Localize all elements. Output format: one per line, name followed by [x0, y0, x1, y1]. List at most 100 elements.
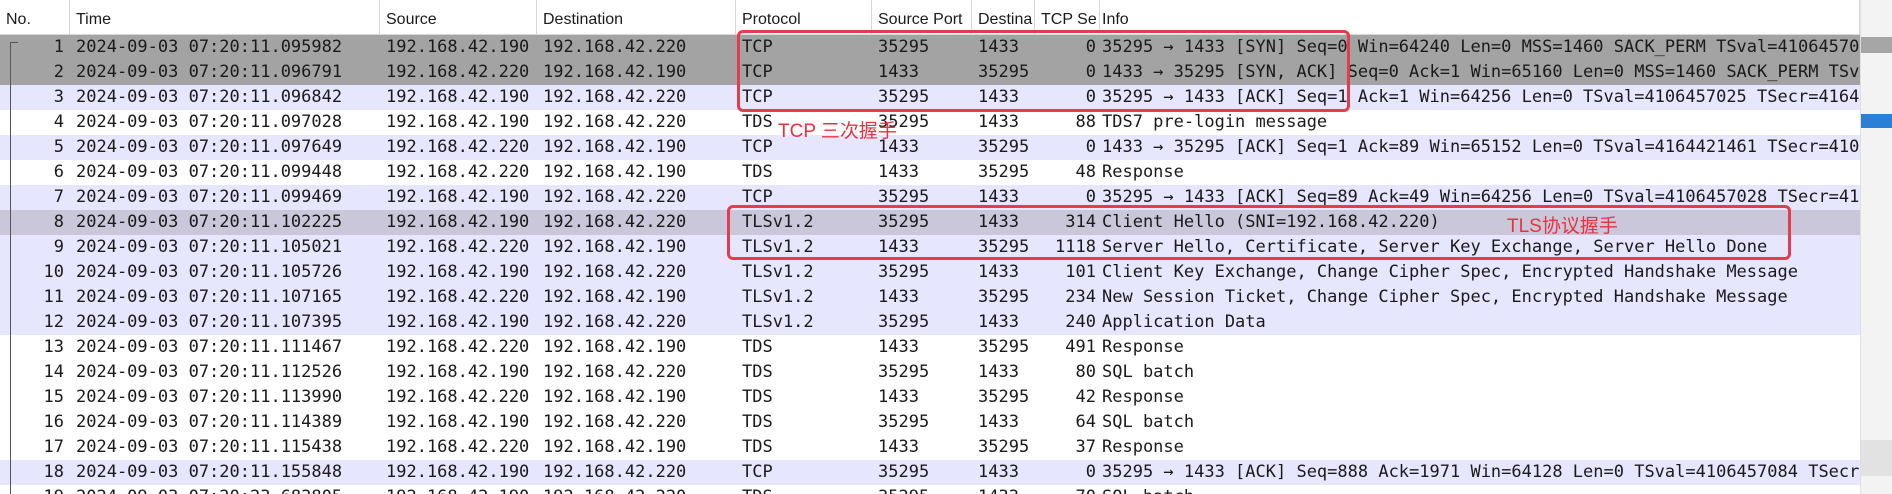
cell-time: 2024-09-03 07:20:11.107395 [76, 312, 343, 332]
cell-tseq: 42 [1075, 387, 1096, 407]
cell-protocol: TDS [742, 162, 773, 182]
cell-source: 192.168.42.220 [386, 237, 530, 257]
column-header-sport[interactable]: Source Port [872, 0, 972, 34]
cell-destination: 192.168.42.190 [543, 137, 687, 157]
packet-row[interactable]: 5 2024-09-03 07:20:11.097649 192.168.42.22… [0, 135, 1860, 160]
packet-row[interactable]: 4 2024-09-03 07:20:11.097028 192.168.42.19… [0, 110, 1860, 135]
cell-dport: 1433 [972, 485, 1035, 494]
tls-handshake-label: TLS协议握手 [1507, 216, 1618, 237]
packet-row[interactable]: 18 2024-09-03 07:20:11.155848 192.168.42.1… [0, 460, 1860, 485]
cell-time: 2024-09-03 07:20:11.097649 [76, 137, 343, 157]
cell-dport: 1433 [978, 262, 1019, 282]
cell-tseq: 234 [1065, 287, 1096, 307]
packet-row[interactable]: 11 2024-09-03 07:20:11.107165 192.168.42.2… [0, 285, 1860, 310]
column-header-info[interactable]: Info [1096, 0, 1860, 34]
cell-dport: 35295 [978, 437, 1030, 457]
packet-row[interactable]: 16 2024-09-03 07:20:11.114389 192.168.42.1… [0, 410, 1860, 435]
vertical-scrollbar[interactable] [1860, 0, 1892, 494]
packet-row[interactable]: 10 2024-09-03 07:20:11.105726 192.168.42.1… [0, 260, 1860, 285]
cell-info: SQL batch [1102, 362, 1195, 382]
cell-info: 1433 → 35295 [ACK] Seq=1 Ack=89 Win=6515… [1102, 137, 1860, 157]
packet-row[interactable]: 17 2024-09-03 07:20:11.115438 192.168.42.2… [0, 435, 1860, 460]
cell-sport: 1433 [878, 437, 919, 457]
cell-source: 192.168.42.220 [386, 162, 530, 182]
cell-protocol: TLSv1.2 [742, 312, 814, 332]
cell-destination: 192.168.42.190 [543, 287, 687, 307]
packet-row[interactable]: 13 2024-09-03 07:20:11.111467 192.168.42.2… [0, 335, 1860, 360]
cell-protocol: TLSv1.2 [742, 262, 814, 282]
cell-destination: 192.168.42.220 [543, 462, 687, 482]
column-header-dport[interactable]: Destina [972, 0, 1035, 34]
cell-protocol: TDS [742, 362, 773, 382]
column-header-source[interactable]: Source [380, 0, 537, 34]
cell-protocol: TLSv1.2 [742, 287, 814, 307]
column-header-time[interactable]: Time [70, 0, 380, 34]
cell-time: 2024-09-03 07:20:11.102225 [76, 212, 343, 232]
cell-source: 192.168.42.190 [386, 87, 530, 107]
packet-row[interactable]: 14 2024-09-03 07:20:11.112526 192.168.42.1… [0, 360, 1860, 385]
cell-source: 192.168.42.220 [386, 287, 530, 307]
cell-time: 2024-09-03 07:20:11.105726 [76, 262, 343, 282]
cell-info: SQL batch [1096, 485, 1860, 494]
cell-dport: 1433 [978, 312, 1019, 332]
cell-tseq: 37 [1075, 437, 1096, 457]
tls-handshake-highlight-box [727, 205, 1791, 260]
column-header-destination[interactable]: Destination [537, 0, 736, 34]
cell-destination: 192.168.42.220 [543, 212, 687, 232]
cell-time: 2024-09-03 07:20:11.111467 [76, 337, 343, 357]
cell-source: 192.168.42.220 [386, 337, 530, 357]
cell-time: 2024-09-03 07:20:11.115438 [76, 437, 343, 457]
cell-info: Response [1102, 437, 1184, 457]
cell-protocol: TDS [736, 485, 872, 494]
cell-source: 192.168.42.190 [386, 312, 530, 332]
packet-row[interactable]: 15 2024-09-03 07:20:11.113990 192.168.42.2… [0, 385, 1860, 410]
cell-protocol: TDS [742, 337, 773, 357]
cell-dport: 1433 [978, 412, 1019, 432]
column-header-tseq[interactable]: TCP Se [1035, 0, 1100, 34]
cell-protocol: TDS [742, 412, 773, 432]
cell-source: 192.168.42.190 [386, 187, 530, 207]
cell-info: New Session Ticket, Change Cipher Spec, … [1102, 287, 1788, 307]
cell-destination: 192.168.42.220 [543, 112, 687, 132]
cell-destination: 192.168.42.190 [543, 162, 687, 182]
cell-dport: 35295 [978, 337, 1030, 357]
scrollbar-minimap-view [1861, 440, 1892, 476]
cell-destination: 192.168.42.220 [543, 37, 687, 57]
cell-dport: 1433 [978, 112, 1019, 132]
cell-sport: 35295 [878, 262, 930, 282]
cell-time: 2024-09-03 07:20:11.113990 [76, 387, 343, 407]
cell-destination: 192.168.42.220 [543, 87, 687, 107]
cell-dport: 35295 [978, 287, 1030, 307]
cell-tseq: 491 [1065, 337, 1096, 357]
cell-source: 192.168.42.220 [386, 437, 530, 457]
cell-source: 192.168.42.220 [386, 387, 530, 407]
packet-row[interactable]: 12 2024-09-03 07:20:11.107395 192.168.42.1… [0, 310, 1860, 335]
packet-row[interactable]: 6 2024-09-03 07:20:11.099448 192.168.42.22… [0, 160, 1860, 185]
cell-time: 2024-09-03 07:20:11.105021 [76, 237, 343, 257]
cell-dport: 35295 [978, 162, 1030, 182]
cell-source: 192.168.42.190 [386, 37, 530, 57]
cell-info: Application Data [1102, 312, 1266, 332]
cell-time: 2024-09-03 07:20:11.099469 [76, 187, 343, 207]
cell-destination: 192.168.42.190 [543, 387, 687, 407]
cell-destination: 192.168.42.220 [537, 485, 736, 494]
column-header-protocol[interactable]: Protocol [736, 0, 872, 34]
scrollbar-minimap-selected [1861, 37, 1892, 53]
cell-source: 192.168.42.190 [386, 262, 530, 282]
cell-time: 2024-09-03 07:20:11.107165 [76, 287, 343, 307]
packet-row[interactable]: 192024-09-03 07:20:23.683805192.168.42.1… [0, 485, 1860, 494]
cell-destination: 192.168.42.220 [543, 262, 687, 282]
cell-destination: 192.168.42.190 [543, 437, 687, 457]
conversation-bracket [10, 42, 19, 494]
column-header-no[interactable]: No. [0, 0, 70, 34]
cell-dport: 1433 [978, 362, 1019, 382]
scrollbar-thumb[interactable] [1864, 0, 1890, 494]
cell-sport: 1433 [878, 387, 919, 407]
cell-protocol: TDS [742, 437, 773, 457]
cell-destination: 192.168.42.190 [543, 62, 687, 82]
cell-sport: 1433 [878, 162, 919, 182]
cell-info: Client Key Exchange, Change Cipher Spec,… [1102, 262, 1798, 282]
cell-destination: 192.168.42.190 [543, 337, 687, 357]
scrollbar-minimap-marker [1861, 114, 1892, 128]
cell-tseq: 0 [1085, 462, 1096, 482]
